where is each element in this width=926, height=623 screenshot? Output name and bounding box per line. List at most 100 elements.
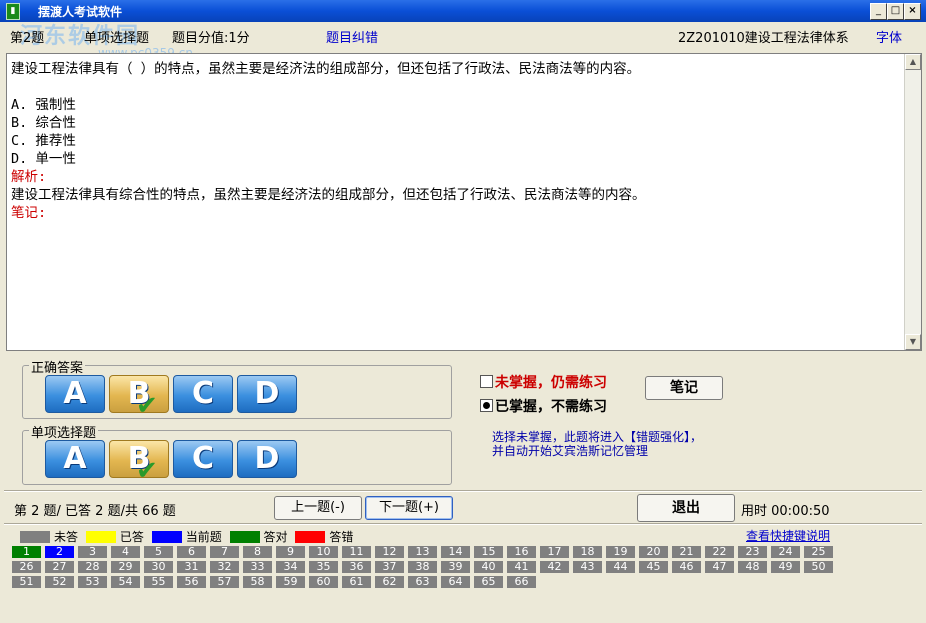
question-cell-17[interactable]: 17 bbox=[540, 546, 569, 558]
scroll-down-icon[interactable]: ▼ bbox=[905, 334, 921, 350]
shortcut-help-link[interactable]: 查看快捷键说明 bbox=[746, 527, 830, 544]
scroll-up-icon[interactable]: ▲ bbox=[905, 54, 921, 70]
question-cell-28[interactable]: 28 bbox=[78, 561, 107, 573]
question-cell-1[interactable]: 1 bbox=[12, 546, 41, 558]
question-cell-26[interactable]: 26 bbox=[12, 561, 41, 573]
question-cell-19[interactable]: 19 bbox=[606, 546, 635, 558]
mastered-option[interactable]: 已掌握，不需练习 bbox=[480, 396, 607, 416]
question-cell-51[interactable]: 51 bbox=[12, 576, 41, 588]
question-cell-23[interactable]: 23 bbox=[738, 546, 767, 558]
question-cell-36[interactable]: 36 bbox=[342, 561, 371, 573]
question-cell-38[interactable]: 38 bbox=[408, 561, 437, 573]
question-cell-3[interactable]: 3 bbox=[78, 546, 107, 558]
next-question-button[interactable]: 下一题(+) bbox=[365, 496, 453, 520]
question-cell-35[interactable]: 35 bbox=[309, 561, 338, 573]
progress-text: 第 2 题/ 已答 2 题/共 66 题 bbox=[14, 504, 176, 519]
question-cell-43[interactable]: 43 bbox=[573, 561, 602, 573]
vertical-scrollbar[interactable]: ▲ ▼ bbox=[904, 54, 921, 350]
question-cell-49[interactable]: 49 bbox=[771, 561, 800, 573]
question-cell-59[interactable]: 59 bbox=[276, 576, 305, 588]
question-cell-18[interactable]: 18 bbox=[573, 546, 602, 558]
exit-button[interactable]: 退出 bbox=[637, 494, 735, 522]
close-button[interactable]: × bbox=[904, 3, 921, 20]
question-cell-30[interactable]: 30 bbox=[144, 561, 173, 573]
question-cell-4[interactable]: 4 bbox=[111, 546, 140, 558]
note-button[interactable]: 笔记 bbox=[645, 376, 723, 400]
legend-swatch-wrong bbox=[295, 531, 326, 543]
question-cell-37[interactable]: 37 bbox=[375, 561, 404, 573]
mastered-radio[interactable] bbox=[480, 399, 493, 412]
question-cell-45[interactable]: 45 bbox=[639, 561, 668, 573]
question-number: 第2题 bbox=[10, 31, 45, 46]
question-cell-31[interactable]: 31 bbox=[177, 561, 206, 573]
question-cell-32[interactable]: 32 bbox=[210, 561, 239, 573]
answer-button-d[interactable]: D bbox=[237, 440, 297, 478]
question-cell-44[interactable]: 44 bbox=[606, 561, 635, 573]
question-cell-27[interactable]: 27 bbox=[45, 561, 74, 573]
question-cell-29[interactable]: 29 bbox=[111, 561, 140, 573]
question-cell-8[interactable]: 8 bbox=[243, 546, 272, 558]
question-cell-58[interactable]: 58 bbox=[243, 576, 272, 588]
option-d: D. 单一性 bbox=[11, 151, 76, 167]
question-cell-9[interactable]: 9 bbox=[276, 546, 305, 558]
question-cell-62[interactable]: 62 bbox=[375, 576, 404, 588]
question-cell-55[interactable]: 55 bbox=[144, 576, 173, 588]
question-cell-34[interactable]: 34 bbox=[276, 561, 305, 573]
question-cell-50[interactable]: 50 bbox=[804, 561, 833, 573]
hint-line-1: 选择未掌握，此题将进入【错题强化】， bbox=[492, 430, 703, 444]
title-bar[interactable]: ▮ 摆渡人考试软件 _ □ × bbox=[0, 0, 926, 22]
question-cell-66[interactable]: 66 bbox=[507, 576, 536, 588]
question-cell-57[interactable]: 57 bbox=[210, 576, 239, 588]
question-cell-14[interactable]: 14 bbox=[441, 546, 470, 558]
question-cell-60[interactable]: 60 bbox=[309, 576, 338, 588]
question-cell-47[interactable]: 47 bbox=[705, 561, 734, 573]
question-cell-53[interactable]: 53 bbox=[78, 576, 107, 588]
legend-answered: 已答 bbox=[119, 530, 144, 544]
question-cell-39[interactable]: 39 bbox=[441, 561, 470, 573]
analysis-text: 建设工程法律具有综合性的特点，虽然主要是经济法的组成部分，但还包括了行政法、民法… bbox=[11, 187, 646, 203]
question-cell-16[interactable]: 16 bbox=[507, 546, 536, 558]
question-cell-65[interactable]: 65 bbox=[474, 576, 503, 588]
question-cell-12[interactable]: 12 bbox=[375, 546, 404, 558]
app-icon: ▮ bbox=[6, 3, 20, 20]
legend-swatch-answered bbox=[85, 531, 116, 543]
question-cell-48[interactable]: 48 bbox=[738, 561, 767, 573]
question-cell-22[interactable]: 22 bbox=[705, 546, 734, 558]
question-cell-63[interactable]: 63 bbox=[408, 576, 437, 588]
question-cell-13[interactable]: 13 bbox=[408, 546, 437, 558]
question-cell-56[interactable]: 56 bbox=[177, 576, 206, 588]
question-cell-20[interactable]: 20 bbox=[639, 546, 668, 558]
single-choice-label: 单项选择题 bbox=[29, 422, 99, 441]
answer-button-c[interactable]: C bbox=[173, 440, 233, 478]
answer-button-b[interactable]: B ✔ bbox=[109, 440, 169, 486]
question-cell-61[interactable]: 61 bbox=[342, 576, 371, 588]
question-cell-15[interactable]: 15 bbox=[474, 546, 503, 558]
question-cell-5[interactable]: 5 bbox=[144, 546, 173, 558]
question-cell-41[interactable]: 41 bbox=[507, 561, 536, 573]
prev-question-button[interactable]: 上一题(-) bbox=[274, 496, 362, 520]
question-cell-6[interactable]: 6 bbox=[177, 546, 206, 558]
minimize-button[interactable]: _ bbox=[870, 3, 887, 20]
question-cell-42[interactable]: 42 bbox=[540, 561, 569, 573]
answer-button-a[interactable]: A bbox=[45, 440, 105, 478]
question-cell-7[interactable]: 7 bbox=[210, 546, 239, 558]
question-cell-10[interactable]: 10 bbox=[309, 546, 338, 558]
not-mastered-checkbox[interactable] bbox=[480, 375, 493, 388]
question-cell-25[interactable]: 25 bbox=[804, 546, 833, 558]
report-error-link[interactable]: 题目纠错 bbox=[326, 27, 378, 46]
question-content-area[interactable]: 建设工程法律具有（ ）的特点，虽然主要是经济法的组成部分，但还包括了行政法、民法… bbox=[6, 53, 922, 351]
question-cell-54[interactable]: 54 bbox=[111, 576, 140, 588]
question-cell-64[interactable]: 64 bbox=[441, 576, 470, 588]
question-cell-24[interactable]: 24 bbox=[771, 546, 800, 558]
question-cell-2[interactable]: 2 bbox=[45, 546, 74, 558]
question-cell-46[interactable]: 46 bbox=[672, 561, 701, 573]
maximize-button[interactable]: □ bbox=[887, 3, 904, 20]
elapsed-timer: 用时 00:00:50 bbox=[741, 504, 830, 519]
question-cell-11[interactable]: 11 bbox=[342, 546, 371, 558]
question-cell-21[interactable]: 21 bbox=[672, 546, 701, 558]
question-cell-33[interactable]: 33 bbox=[243, 561, 272, 573]
question-cell-40[interactable]: 40 bbox=[474, 561, 503, 573]
font-button[interactable]: 字体 bbox=[876, 27, 902, 46]
question-cell-52[interactable]: 52 bbox=[45, 576, 74, 588]
not-mastered-option[interactable]: 未掌握，仍需练习 bbox=[480, 372, 607, 392]
